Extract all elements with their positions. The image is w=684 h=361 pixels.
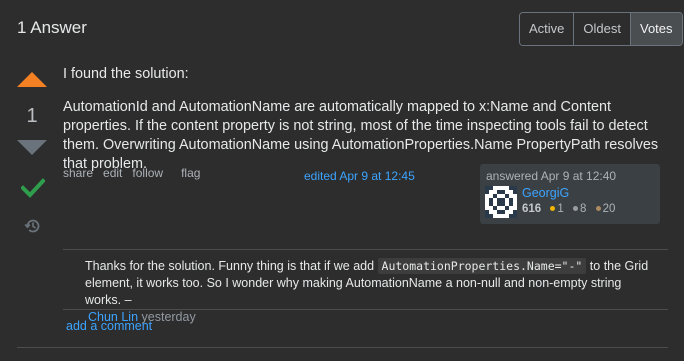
comment: Thanks for the solution. Funny thing is … xyxy=(85,258,655,326)
history-icon[interactable] xyxy=(24,217,42,235)
share-link[interactable]: share xyxy=(63,166,93,180)
divider xyxy=(63,309,668,310)
user-stats: 616 1 8 20 xyxy=(522,203,615,215)
sort-tab-votes[interactable]: Votes xyxy=(629,13,682,45)
edited-link[interactable]: edited Apr 9 at 12:45 xyxy=(304,169,415,183)
gold-badge-count: 1 xyxy=(557,203,564,215)
answer-paragraph: I found the solution: xyxy=(63,66,189,82)
user-card: answered Apr 9 at 12:40 GeorgiG 616 1 8 … xyxy=(480,164,660,224)
bronze-badge-count: 20 xyxy=(602,203,616,215)
gold-badge-icon xyxy=(550,205,556,211)
comment-text: Thanks for the solution. Funny thing is … xyxy=(85,259,378,273)
vote-count: 1 xyxy=(26,105,38,127)
answer-paragraph: AutomationId and AutomationName are auto… xyxy=(63,99,659,172)
checkmark-icon xyxy=(21,178,45,198)
answered-time: answered Apr 9 at 12:40 xyxy=(486,169,617,183)
sort-tab-active[interactable]: Active xyxy=(520,13,574,45)
silver-badge-icon xyxy=(573,205,578,211)
divider xyxy=(17,347,668,348)
silver-badge-count: 8 xyxy=(580,203,587,215)
arrow-up-icon[interactable] xyxy=(17,72,47,87)
edit-link[interactable]: edit xyxy=(103,166,122,180)
sort-tab-oldest[interactable]: Oldest xyxy=(573,13,630,45)
user-name-link[interactable]: GeorgiG xyxy=(522,186,569,200)
comment-code: AutomationProperties.Name="-" xyxy=(377,258,587,274)
post-menu: share edit follow flag xyxy=(63,166,200,180)
flag-link[interactable]: flag xyxy=(181,166,200,180)
reputation-score: 616 xyxy=(522,203,542,215)
arrow-down-icon[interactable] xyxy=(17,140,47,155)
bronze-badge-icon xyxy=(595,205,601,211)
answers-header-title: 1 Answer xyxy=(17,18,87,37)
add-comment-link[interactable]: add a comment xyxy=(66,319,152,333)
follow-link[interactable]: follow xyxy=(132,166,163,180)
avatar[interactable] xyxy=(485,186,517,218)
divider xyxy=(63,249,668,250)
sort-tabs: Active Oldest Votes xyxy=(519,12,683,46)
